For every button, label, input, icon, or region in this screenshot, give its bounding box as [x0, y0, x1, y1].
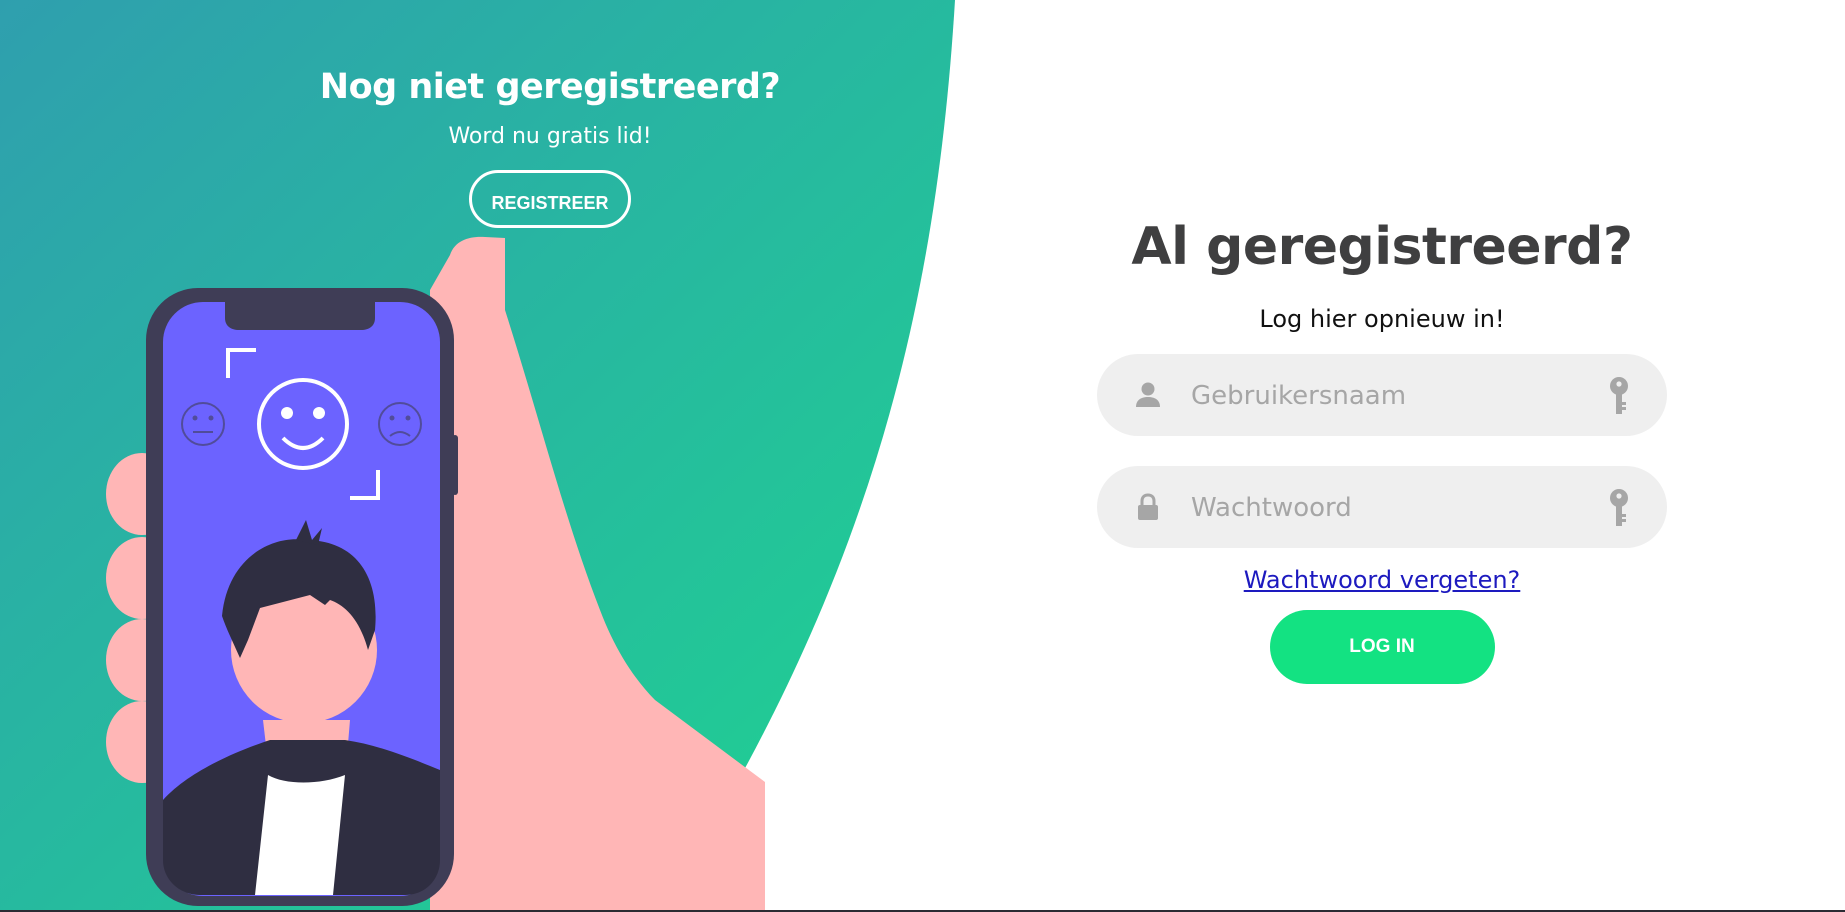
username-input[interactable]	[1189, 354, 1573, 438]
register-button[interactable]: REGISTREER	[469, 170, 631, 228]
username-field[interactable]	[1097, 354, 1667, 438]
key-icon[interactable]	[1607, 376, 1631, 416]
signup-panel: Nog niet geregistreerd? Word nu gratis l…	[280, 62, 820, 228]
login-panel: Al geregistreerd? Log hier opnieuw in! G…	[1097, 215, 1667, 684]
signup-title: Nog niet geregistreerd?	[319, 67, 781, 107]
login-title: Al geregistreerd?	[1131, 217, 1633, 277]
password-field[interactable]	[1097, 466, 1667, 550]
forgot-password-link[interactable]: Wachtwoord vergeten?	[1244, 566, 1521, 594]
login-subtitle: Log hier opnieuw in!	[1259, 305, 1505, 333]
login-button[interactable]: LOG IN	[1269, 610, 1495, 684]
user-icon	[1136, 382, 1160, 407]
signup-subtitle: Word nu gratis lid!	[448, 124, 652, 149]
phone-illustration	[146, 288, 458, 906]
key-icon[interactable]	[1607, 488, 1631, 528]
password-input[interactable]	[1189, 466, 1573, 550]
lock-icon	[1138, 493, 1158, 520]
